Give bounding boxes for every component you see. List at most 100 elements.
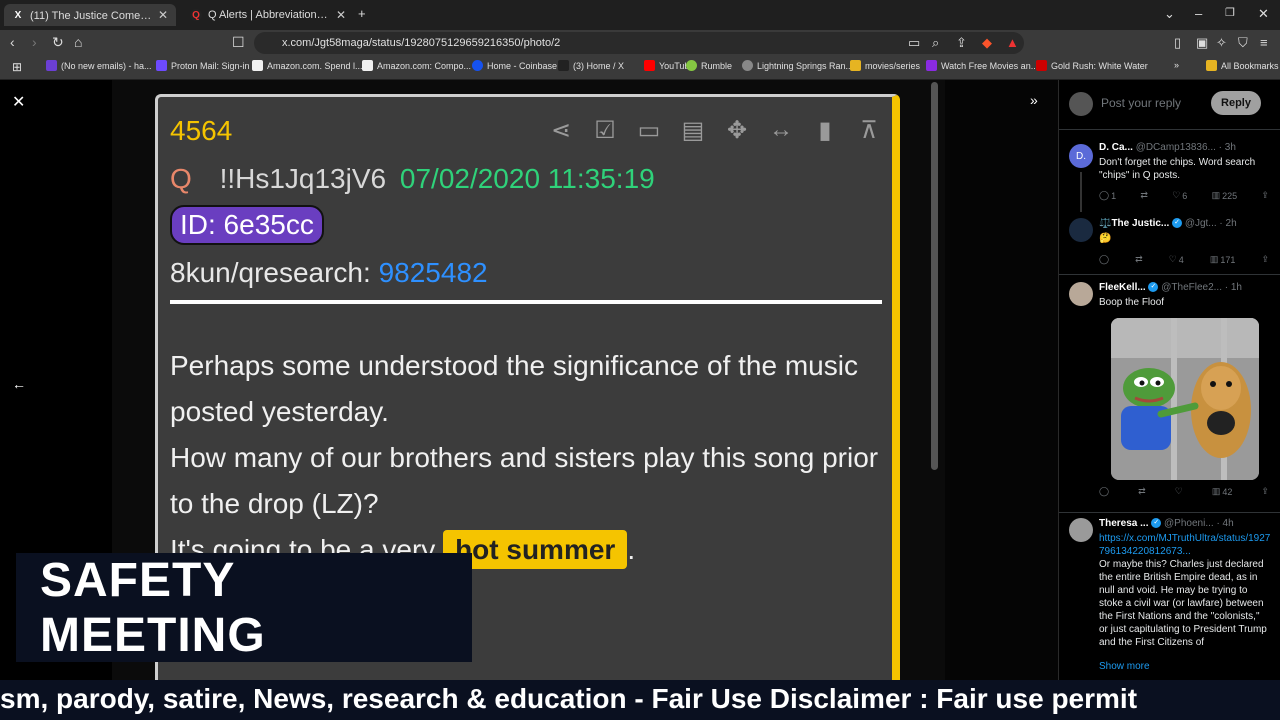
- bookmark-item[interactable]: movies/series: [850, 60, 920, 71]
- new-tab-button[interactable]: +: [358, 6, 366, 21]
- close-window-icon[interactable]: ✕: [1258, 6, 1269, 22]
- arrows-horizontal-icon[interactable]: ↔: [766, 115, 796, 145]
- reply-post[interactable]: D. D. Ca... @DCamp13836... · 3h Don't fo…: [1059, 140, 1280, 212]
- vr-icon[interactable]: ▭: [634, 115, 664, 145]
- restore-icon[interactable]: ❐: [1225, 6, 1235, 19]
- avatar[interactable]: D.: [1069, 144, 1093, 168]
- avatar[interactable]: [1069, 282, 1093, 306]
- repost-icon[interactable]: ⇄: [1138, 486, 1146, 497]
- reply-icon[interactable]: ◯: [1099, 486, 1109, 497]
- arrow-up-circle-icon[interactable]: ⊼: [854, 115, 884, 145]
- verified-icon: ✓: [1172, 218, 1183, 229]
- clipboard-check-icon[interactable]: ☑: [590, 115, 620, 145]
- repost-icon[interactable]: ⇄: [1140, 190, 1148, 201]
- scrollbar[interactable]: [931, 82, 938, 470]
- reply-post[interactable]: ⚖️The Justic... ✓ @Jgt... · 2h 🤔 ◯ ⇄ ♡ 4…: [1059, 214, 1280, 276]
- tab-title: (11) The Justice Cometh 🙏 on X: [30, 9, 152, 22]
- all-bookmarks[interactable]: All Bookmarks: [1206, 60, 1279, 71]
- expand-icon[interactable]: »: [1030, 92, 1038, 108]
- back-icon[interactable]: ‹: [10, 34, 15, 50]
- like-icon[interactable]: ♡ 6: [1172, 190, 1187, 201]
- post-body: Perhaps some understood the significance…: [170, 343, 890, 573]
- views-icon[interactable]: ▥ 225: [1212, 190, 1238, 201]
- sidebar-icon[interactable]: ▯: [1174, 35, 1181, 51]
- reply-post[interactable]: Theresa ... ✓ @Phoeni... · 4h https://x.…: [1059, 516, 1280, 680]
- bookmark-item[interactable]: Proton Mail: Sign-in: [156, 60, 250, 71]
- menu-icon[interactable]: ≡: [1260, 35, 1268, 50]
- post-actions: ◯ ⇄ ♡ ▥ 42 ⇪: [1099, 486, 1269, 497]
- bookmark-item[interactable]: Lightning Springs Ran...: [742, 60, 853, 71]
- share-icon[interactable]: ⇪: [1261, 486, 1269, 497]
- tab-x-post[interactable]: X (11) The Justice Cometh 🙏 on X ✕: [4, 4, 176, 26]
- vpn-icon[interactable]: ⛉: [1238, 35, 1248, 51]
- like-icon[interactable]: ♡: [1175, 486, 1183, 497]
- reply-icon[interactable]: ◯ 1: [1099, 190, 1116, 201]
- close-icon[interactable]: ✕: [12, 92, 25, 112]
- meme-illustration: [1111, 318, 1259, 480]
- screen: X (11) The Justice Cometh 🙏 on X ✕ Q Q A…: [0, 0, 1280, 720]
- bookmark-item[interactable]: Rumble: [686, 60, 732, 71]
- zoom-icon[interactable]: ⌕: [932, 35, 939, 51]
- verified-icon: ✓: [1148, 282, 1159, 293]
- clipboard-icon[interactable]: ▮: [810, 115, 840, 145]
- author-letter: Q: [170, 163, 192, 194]
- bookmark-item[interactable]: Watch Free Movies an...: [926, 60, 1038, 71]
- share-icon[interactable]: ⇪: [1261, 190, 1269, 201]
- views-icon[interactable]: ▥ 171: [1210, 254, 1236, 265]
- browser-tab-bar: X (11) The Justice Cometh 🙏 on X ✕ Q Q A…: [0, 0, 1280, 30]
- forward-icon[interactable]: ›: [32, 34, 37, 50]
- bookmark-item[interactable]: Gold Rush: White Water: [1036, 60, 1148, 71]
- leo-icon[interactable]: ✧: [1216, 35, 1227, 51]
- reply-composer: Post your reply Reply: [1059, 80, 1280, 130]
- avatar[interactable]: [1069, 218, 1093, 242]
- arrow-left-icon[interactable]: ←: [12, 376, 26, 392]
- share-icon[interactable]: ⋖: [546, 115, 576, 145]
- cast-icon[interactable]: ▭: [908, 35, 920, 51]
- overlay-title: SAFETY MEETING: [16, 553, 472, 662]
- close-icon[interactable]: ✕: [336, 8, 346, 22]
- post-datetime: 07/02/2020 11:35:19: [399, 163, 655, 194]
- close-icon[interactable]: ✕: [158, 8, 168, 22]
- bookmark-item[interactable]: (3) Home / X: [558, 60, 624, 71]
- tab-list-icon[interactable]: ⌄: [1164, 6, 1175, 22]
- chevron-right-icon[interactable]: »: [1174, 60, 1179, 70]
- document-icon[interactable]: ▤: [678, 115, 708, 145]
- post-header: Theresa ... ✓ @Phoeni... · 4h: [1099, 518, 1234, 529]
- minimize-icon[interactable]: –: [1195, 6, 1202, 21]
- reply-icon[interactable]: ◯: [1099, 254, 1109, 265]
- bookmark-item[interactable]: Amazon.com. Spend l...: [252, 60, 363, 71]
- reload-icon[interactable]: ↻: [52, 34, 64, 51]
- post-text: Or maybe this? Charles just declared the…: [1099, 559, 1267, 648]
- viewer-right-gutter: [945, 80, 1058, 680]
- like-icon[interactable]: ♡ 4: [1169, 254, 1184, 265]
- tab-title: Q Alerts | Abbreviations, Codes, Keys & …: [208, 9, 330, 21]
- body-line: How many of our brothers and sisters pla…: [170, 442, 879, 519]
- show-more-link[interactable]: Show more: [1099, 660, 1271, 673]
- views-icon[interactable]: ▥ 42: [1212, 486, 1233, 497]
- bookmark-icon[interactable]: ☐: [232, 34, 245, 51]
- share-icon[interactable]: ⇪: [1261, 254, 1269, 265]
- repost-icon[interactable]: ⇄: [1135, 254, 1143, 265]
- reply-button[interactable]: Reply: [1211, 91, 1261, 115]
- home-icon[interactable]: ⌂: [74, 34, 82, 50]
- post-actions: ◯ ⇄ ♡ 4 ▥ 171 ⇪: [1099, 254, 1269, 265]
- brave-shield-icon[interactable]: ◆: [982, 35, 992, 51]
- rewards-icon[interactable]: ▲: [1006, 35, 1019, 50]
- board-reference: 8kun/qresearch: 9825482: [170, 257, 488, 289]
- reply-input[interactable]: Post your reply: [1101, 96, 1181, 110]
- post-text: Don't forget the chips. Word search "chi…: [1099, 157, 1256, 181]
- bookmark-item[interactable]: Home - Coinbase: [472, 60, 557, 71]
- wallet-icon[interactable]: ▣: [1196, 35, 1208, 51]
- move-icon[interactable]: ✥: [722, 115, 752, 145]
- board-post-link[interactable]: 9825482: [379, 257, 488, 288]
- post-link[interactable]: https://x.com/MJTruthUltra/status/192779…: [1099, 532, 1271, 558]
- apps-grid-icon[interactable]: ⊞: [12, 60, 22, 74]
- avatar: [1069, 92, 1093, 116]
- avatar[interactable]: [1069, 518, 1093, 542]
- bookmark-item[interactable]: Amazon.com: Compo...: [362, 60, 471, 71]
- share-icon[interactable]: ⇪: [956, 35, 967, 51]
- post-text: 🤔: [1099, 233, 1112, 244]
- tab-q-alerts[interactable]: Q Q Alerts | Abbreviations, Codes, Keys …: [182, 4, 354, 26]
- meme-image[interactable]: [1111, 318, 1259, 480]
- bookmark-item[interactable]: (No new emails) - ha...: [46, 60, 152, 71]
